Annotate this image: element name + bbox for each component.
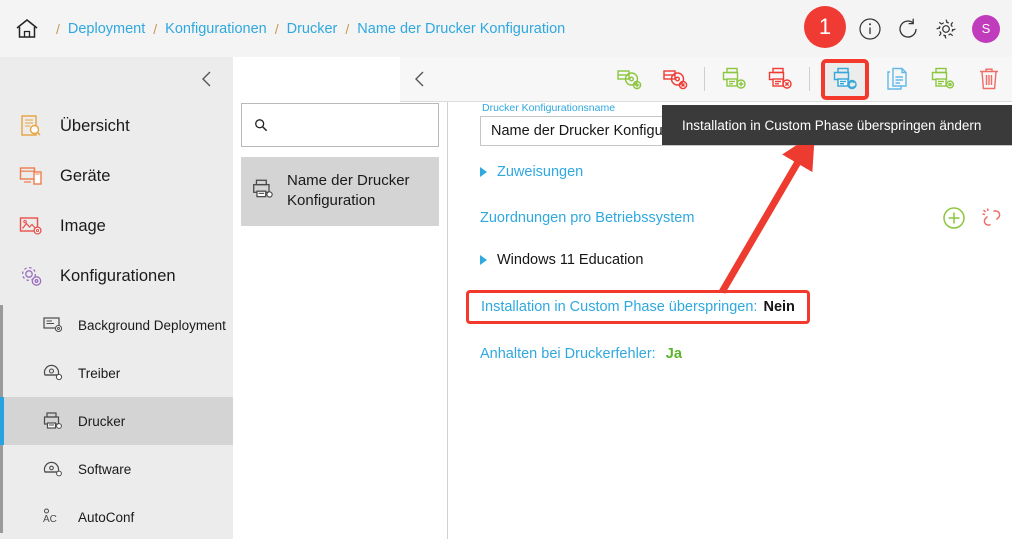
sidebar-item-software[interactable]: Software	[0, 445, 233, 493]
triangle-right-icon	[480, 167, 487, 177]
delete-button[interactable]	[969, 62, 1009, 96]
breadcrumb-item-konfigurationen[interactable]: Konfigurationen	[165, 21, 267, 37]
property-stop-on-printer-error[interactable]: Anhalten bei Druckerfehler: Ja	[480, 346, 1012, 362]
disc-remove-icon	[663, 70, 688, 90]
toolbar-separator	[704, 67, 705, 91]
sidebar-subitem-label: Treiber	[78, 365, 121, 381]
sidebar-item-label: Image	[60, 216, 106, 235]
circle-plus-icon[interactable]	[942, 206, 966, 230]
sidebar-item-label: Übersicht	[60, 116, 130, 135]
toolbar-separator	[809, 67, 810, 91]
sidebar-subitem-label: Background Deployment	[78, 317, 226, 333]
software-icon	[42, 458, 68, 480]
breadcrumb-separator-0: /	[56, 20, 60, 37]
sidebar-subitem-label: AutoConf	[78, 509, 135, 525]
delete-printer-button[interactable]	[760, 62, 800, 96]
copy-configuration-button[interactable]	[877, 62, 917, 96]
breadcrumb-separator-3: /	[345, 20, 350, 37]
search-icon	[255, 119, 268, 132]
sidebar-item-geraete[interactable]: Geräte	[0, 151, 233, 201]
toggle-skip-custom-phase-button[interactable]	[821, 58, 869, 100]
list-item-label: Name der Drucker Konfiguration	[287, 172, 410, 210]
image-icon	[18, 213, 48, 239]
tooltip: Installation in Custom Phase überspringe…	[662, 105, 1012, 145]
printer-config-icon	[251, 177, 275, 206]
sidebar-item-konfigurationen[interactable]: Konfigurationen	[0, 251, 233, 301]
search-box[interactable]	[241, 103, 439, 147]
property-skip-custom-phase[interactable]: Installation in Custom Phase überspringe…	[466, 290, 810, 324]
devices-icon	[18, 163, 48, 189]
list-panel: Name der Drucker Konfiguration	[233, 57, 448, 539]
sidebar-item-image[interactable]: Image	[0, 201, 233, 251]
main-toolbar	[400, 57, 1012, 102]
list-item[interactable]: Name der Drucker Konfiguration	[241, 157, 439, 226]
printer-add-icon	[722, 67, 746, 89]
driver-icon	[42, 362, 68, 384]
os-assignments-section: Zuordnungen pro Betriebssystem	[480, 206, 1012, 230]
svg-text:AC: AC	[43, 514, 57, 525]
printer-remove-icon	[768, 67, 792, 89]
sidebar-item-uebersicht[interactable]: Übersicht	[0, 101, 233, 151]
avatar[interactable]: S	[972, 14, 1000, 43]
app-root: / Deployment / Konfigurationen / Drucker…	[0, 0, 1012, 539]
trash-icon	[980, 68, 998, 90]
home-icon[interactable]	[14, 16, 40, 42]
add-driver-button[interactable]	[609, 62, 649, 96]
breadcrumb-separator-1: /	[153, 20, 158, 37]
property-value: Ja	[665, 346, 682, 362]
property-key: Installation in Custom Phase überspringe…	[481, 299, 758, 315]
overview-icon	[18, 113, 48, 139]
broken-link-icon[interactable]	[980, 206, 1004, 230]
printer-icon	[42, 410, 68, 432]
assignments-toggle[interactable]: Zuweisungen	[480, 164, 1012, 180]
breadcrumb: / Deployment / Konfigurationen / Drucker…	[48, 21, 565, 37]
sidebar-subitem-label: Drucker	[78, 413, 126, 429]
triangle-right-icon	[480, 255, 487, 265]
back-button[interactable]	[410, 69, 430, 89]
os-entry-label: Windows 11 Education	[497, 252, 644, 268]
autoconf-icon: AC	[42, 506, 68, 528]
printer-sync-icon	[833, 67, 857, 90]
sidebar-item-label: Geräte	[60, 166, 111, 185]
disc-add-icon	[617, 70, 642, 90]
assignments-label: Zuweisungen	[497, 164, 584, 180]
sidebar-collapse-button[interactable]	[0, 57, 233, 101]
breadcrumb-item-drucker[interactable]: Drucker	[287, 21, 338, 37]
refresh-icon[interactable]	[896, 17, 920, 41]
add-printer-button[interactable]	[714, 62, 754, 96]
os-entry-toggle[interactable]: Windows 11 Education	[480, 252, 1012, 268]
printer-settings-button[interactable]	[923, 62, 963, 96]
step-badge-1: 1	[804, 6, 846, 48]
topbar-actions: S	[858, 0, 1000, 57]
os-assignments-actions	[942, 206, 1004, 230]
breadcrumb-item-konfiguration-name[interactable]: Name der Drucker Konfiguration	[357, 21, 565, 37]
sidebar-subitem-label: Software	[78, 461, 132, 477]
sidebar-item-label: Konfigurationen	[60, 266, 176, 285]
remove-driver-button[interactable]	[655, 62, 695, 96]
sidebar-item-treiber[interactable]: Treiber	[0, 349, 233, 397]
gear-icon[interactable]	[934, 17, 958, 41]
configurations-icon	[18, 263, 48, 289]
chevron-left-icon	[202, 71, 211, 87]
printer-settings-icon	[931, 67, 955, 89]
info-icon[interactable]	[858, 17, 882, 41]
sidebar-item-background-deployment[interactable]: Background Deployment	[0, 301, 233, 349]
chevron-left-icon	[415, 71, 424, 87]
copy-documents-icon	[887, 67, 907, 90]
background-deployment-icon	[42, 314, 68, 336]
property-value: Nein	[763, 299, 795, 315]
breadcrumb-separator-2: /	[274, 20, 279, 37]
sidebar: Übersicht Geräte Image Konfigurationen B…	[0, 57, 233, 539]
breadcrumb-item-deployment[interactable]: Deployment	[68, 21, 145, 37]
property-key: Anhalten bei Druckerfehler:	[480, 346, 656, 362]
search-input[interactable]	[277, 117, 426, 133]
breadcrumb-bar: / Deployment / Konfigurationen / Drucker…	[0, 0, 1012, 57]
sidebar-item-drucker[interactable]: Drucker	[0, 397, 233, 445]
sidebar-item-autoconf[interactable]: AC AutoConf	[0, 493, 233, 539]
os-assignments-title: Zuordnungen pro Betriebssystem	[480, 210, 695, 226]
